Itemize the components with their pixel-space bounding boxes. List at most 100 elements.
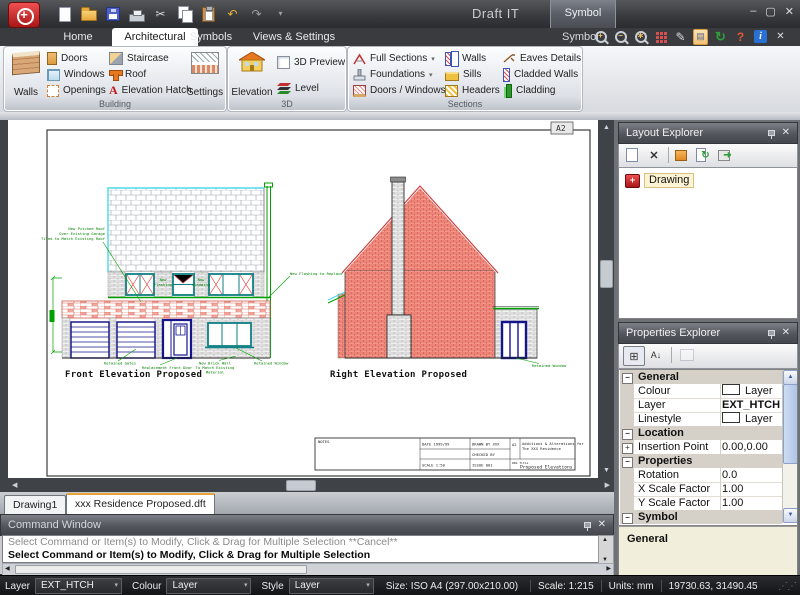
redo-icon[interactable]: ↷ <box>248 6 265 23</box>
colour-dropdown[interactable]: Layer▾ <box>166 578 251 594</box>
hscroll-thumb[interactable] <box>15 565 307 574</box>
walls-button[interactable]: Walls <box>7 50 45 100</box>
scroll-down-icon[interactable]: ▼ <box>783 508 798 523</box>
close-panel-icon[interactable]: ✕ <box>782 328 790 338</box>
snap-grid-icon[interactable] <box>653 29 668 44</box>
canvas-vscrollbar[interactable]: ▲ ▼ <box>598 120 614 478</box>
headers-button[interactable]: Headers <box>445 83 500 98</box>
style-dropdown[interactable]: Layer▾ <box>289 578 374 594</box>
close-panel-icon[interactable]: ✕ <box>598 520 606 530</box>
sort-alphabetical-icon[interactable]: A↓ <box>646 346 666 364</box>
sketch-icon[interactable]: ✎ <box>673 29 688 44</box>
pin-icon[interactable] <box>768 330 775 336</box>
doors-button[interactable]: Doors <box>47 51 88 66</box>
cladded-walls-button[interactable]: Cladded Walls <box>503 67 578 82</box>
drawing-canvas-svg[interactable]: A2 <box>8 120 598 478</box>
drawing-board-icon[interactable]: ▤ <box>693 29 708 44</box>
vscroll-thumb[interactable] <box>783 384 798 464</box>
collapse-icon[interactable]: − <box>622 429 633 440</box>
vscroll-thumb[interactable] <box>600 260 613 288</box>
elevation-hatch-button[interactable]: A Elevation Hatch <box>109 83 192 98</box>
close-document-icon[interactable]: ✕ <box>773 29 788 44</box>
properties-explorer-titlebar[interactable]: Properties Explorer ✕ <box>618 322 798 344</box>
elevation-button[interactable]: Elevation <box>231 50 273 100</box>
property-value[interactable]: 0.0 <box>718 468 782 482</box>
roof-button[interactable]: Roof <box>109 67 146 82</box>
copy-icon[interactable] <box>176 6 193 23</box>
categorized-view-icon[interactable]: ⊞ <box>623 346 645 366</box>
open-file-icon[interactable] <box>80 6 97 23</box>
layout-explorer-titlebar[interactable]: Layout Explorer ✕ <box>618 122 798 144</box>
property-value[interactable]: Layer <box>718 384 782 398</box>
maximize-button[interactable]: ▢ <box>765 5 775 18</box>
openings-button[interactable]: Openings <box>47 83 106 98</box>
command-vscrollbar[interactable]: ▲ ▼ <box>598 535 614 565</box>
scroll-right-icon[interactable]: ▶ <box>605 482 610 489</box>
property-row-layer[interactable]: Layer EXT_HTCH <box>620 398 782 413</box>
settings-button[interactable]: Settings <box>187 50 223 100</box>
propgrid-vscrollbar[interactable]: ▲ ▼ <box>782 370 797 523</box>
paste-icon[interactable] <box>200 6 217 23</box>
hscroll-thumb[interactable] <box>286 480 316 491</box>
category-general[interactable]: − General <box>620 370 782 384</box>
scroll-up-icon[interactable]: ▲ <box>783 370 798 385</box>
section-walls-button[interactable]: Walls <box>445 51 486 66</box>
delete-layout-icon[interactable]: ✕ <box>644 146 664 164</box>
property-value[interactable]: Layer <box>718 412 782 426</box>
context-tab-group[interactable]: Symbol <box>550 0 616 29</box>
publish-layout-icon[interactable] <box>671 146 691 164</box>
expand-icon[interactable]: + <box>622 443 633 454</box>
category-properties[interactable]: − Properties <box>620 454 782 468</box>
layout-tree-item-drawing[interactable]: + Drawing <box>625 173 694 188</box>
property-row-yscale[interactable]: Y Scale Factor 1.00 <box>620 496 782 511</box>
scroll-up-icon[interactable]: ▲ <box>603 124 610 131</box>
canvas-hscrollbar[interactable]: ◀ ▶ <box>8 478 614 492</box>
pin-icon[interactable] <box>768 130 775 136</box>
app-menu-button[interactable]: + <box>8 2 40 28</box>
zoom-out-icon[interactable]: − <box>613 29 628 44</box>
property-value[interactable]: EXT_HTCH <box>718 398 782 412</box>
undo-icon[interactable]: ↶ <box>224 6 241 23</box>
tab-home[interactable]: Home <box>48 28 108 46</box>
tab-views-settings[interactable]: Views & Settings <box>242 28 346 46</box>
info-icon[interactable]: i <box>753 29 768 44</box>
update-layout-icon[interactable]: ↻ <box>693 146 713 164</box>
tab-symbols[interactable]: Symbols <box>180 28 242 46</box>
3d-preview-checkbox[interactable]: 3D Preview <box>277 55 345 70</box>
category-symbol[interactable]: − Symbol <box>620 510 782 524</box>
property-value[interactable]: 0.00,0.00 <box>718 440 782 454</box>
full-sections-button[interactable]: Full Sections ▾ <box>353 51 435 66</box>
property-value[interactable]: 1.00 <box>718 482 782 496</box>
scroll-up-icon[interactable]: ▲ <box>602 537 608 543</box>
category-location[interactable]: − Location <box>620 426 782 440</box>
foundations-button[interactable]: Foundations ▾ <box>353 67 433 82</box>
scroll-left-icon[interactable]: ◀ <box>12 482 17 489</box>
resize-grip-icon[interactable]: ⋰⋰ <box>778 581 796 592</box>
eaves-details-button[interactable]: Eaves Details <box>503 51 581 66</box>
scroll-down-icon[interactable]: ▼ <box>603 467 610 474</box>
level-button[interactable]: Level <box>277 81 319 96</box>
layout-tree[interactable]: + Drawing <box>618 168 798 319</box>
collapse-icon[interactable]: − <box>622 457 633 468</box>
drawing-canvas[interactable]: A2 <box>8 120 598 478</box>
layer-dropdown[interactable]: EXT_HTCH▾ <box>35 578 122 594</box>
property-row-insertion-point[interactable]: + Insertion Point 0.00,0.00 <box>620 440 782 455</box>
collapse-icon[interactable]: − <box>622 513 633 524</box>
close-panel-icon[interactable]: ✕ <box>782 128 790 138</box>
zoom-in-icon[interactable]: + <box>593 29 608 44</box>
new-document-icon[interactable] <box>56 6 73 23</box>
help-icon[interactable]: ? <box>733 29 748 44</box>
refresh-icon[interactable]: ↻ <box>713 29 728 44</box>
tab-residence-proposed[interactable]: xxx Residence Proposed.dft <box>66 493 215 516</box>
import-layout-icon[interactable]: ➜ <box>715 146 735 164</box>
print-icon[interactable] <box>128 6 145 23</box>
command-window-titlebar[interactable]: Command Window ✕ <box>0 514 614 536</box>
tab-drawing1[interactable]: Drawing1 <box>4 495 66 515</box>
property-grid[interactable]: − General Colour Layer Layer EXT_HTCH Li… <box>618 369 798 526</box>
cut-icon[interactable]: ✂ <box>152 6 169 23</box>
scroll-left-icon[interactable]: ◀ <box>5 565 10 572</box>
close-button[interactable]: ✕ <box>785 5 794 18</box>
property-value[interactable]: 1.00 <box>718 496 782 510</box>
property-row-colour[interactable]: Colour Layer <box>620 384 782 399</box>
doors-windows-sections-button[interactable]: Doors / Windows ▾ <box>353 83 453 98</box>
